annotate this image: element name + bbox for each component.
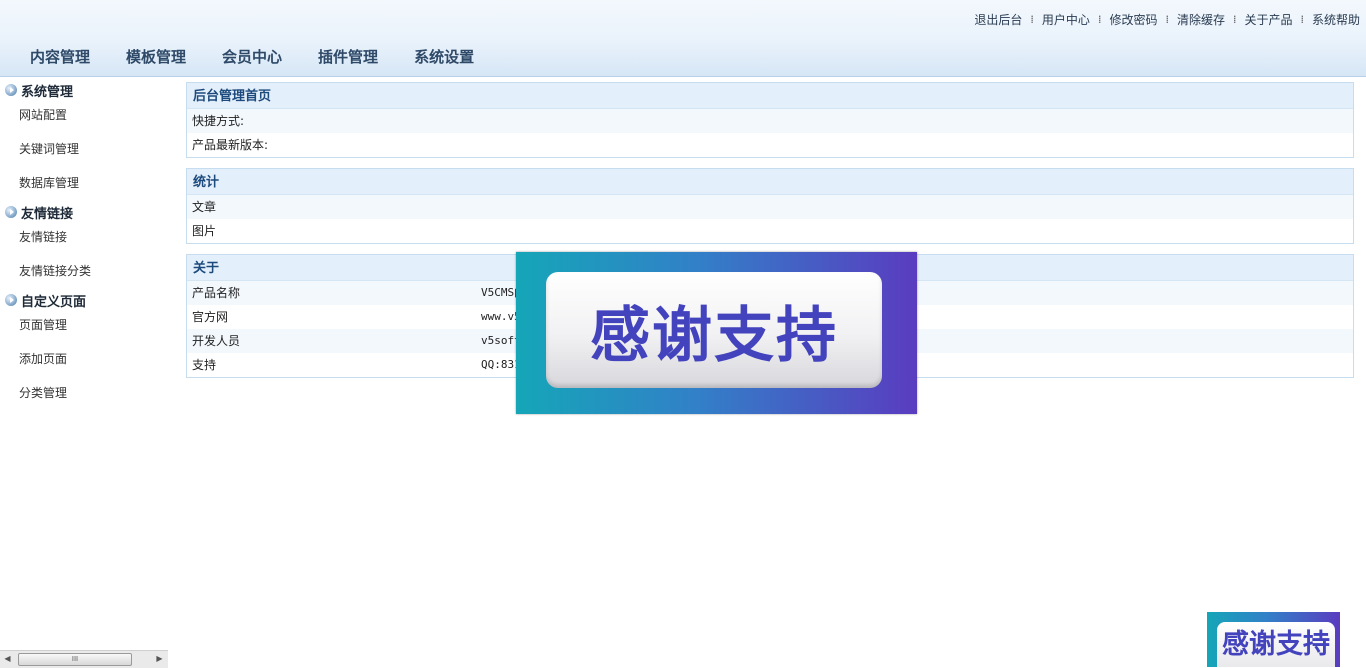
sidebar-item-site-config[interactable]: 网站配置 (0, 103, 168, 137)
scrollbar-thumb[interactable]: III (18, 653, 132, 666)
panel-title: 统计 (187, 169, 1353, 195)
sidebar-group-custom-pages: 自定义页面 页面管理 添加页面 分类管理 (0, 287, 168, 415)
table-row: 快捷方式: (187, 109, 1353, 133)
row-label: 官方网 (192, 310, 229, 324)
system-help-link[interactable]: 系统帮助 (1312, 11, 1360, 28)
row-value: v5soft (481, 334, 521, 347)
logout-link[interactable]: 退出后台 (974, 11, 1022, 28)
expand-arrow-icon (5, 84, 17, 96)
sidebar-group-title[interactable]: 系统管理 (0, 77, 168, 103)
sidebar-group-label: 自定义页面 (21, 294, 87, 310)
user-center-link[interactable]: 用户中心 (1042, 11, 1090, 28)
tab-member-center[interactable]: 会员中心 (204, 47, 300, 67)
row-label: 支持 (192, 358, 217, 372)
panel-statistics: 统计 文章 图片 (186, 168, 1354, 244)
top-header: 退出后台 ⁞ 用户中心 ⁞ 修改密码 ⁞ 清除缓存 ⁞ 关于产品 ⁞ 系统帮助 … (0, 0, 1366, 77)
tab-content-management[interactable]: 内容管理 (12, 47, 108, 67)
sidebar-item-page-management[interactable]: 页面管理 (0, 313, 168, 347)
sidebar-group-label: 友情链接 (21, 206, 74, 222)
banner-text: 感谢支持 (590, 300, 838, 371)
clear-cache-link[interactable]: 清除缓存 (1177, 11, 1225, 28)
scroll-left-arrow-icon[interactable]: ◀ (0, 651, 15, 667)
sidebar: 系统管理 网站配置 关键词管理 数据库管理 友情链接 友情链接 友情链接分类 自… (0, 76, 168, 667)
sidebar-item-friend-links[interactable]: 友情链接 (0, 225, 168, 259)
row-value[interactable]: www.v5 (481, 305, 521, 329)
expand-arrow-icon (5, 206, 17, 218)
panel-title: 后台管理首页 (187, 83, 1353, 109)
table-row: 文章 (187, 195, 1353, 219)
separator: ⁞ (1030, 13, 1034, 26)
top-links-bar: 退出后台 ⁞ 用户中心 ⁞ 修改密码 ⁞ 清除缓存 ⁞ 关于产品 ⁞ 系统帮助 (974, 11, 1360, 28)
thanks-banner-floating[interactable]: 感谢支持 (1207, 612, 1340, 667)
sidebar-group-title[interactable]: 友情链接 (0, 199, 168, 225)
about-product-link[interactable]: 关于产品 (1244, 11, 1292, 28)
sidebar-group-title[interactable]: 自定义页面 (0, 287, 168, 313)
banner-plate: 感谢支持 (1217, 622, 1335, 667)
sidebar-group-friend-links: 友情链接 友情链接 友情链接分类 (0, 199, 168, 293)
banner-plate: 感谢支持 (546, 272, 882, 388)
sidebar-horizontal-scrollbar[interactable]: ◀ III ▶ (0, 650, 168, 668)
sidebar-item-keyword-management[interactable]: 关键词管理 (0, 137, 168, 171)
row-label: 开发人员 (192, 334, 241, 348)
row-value: QQ:831 (481, 358, 521, 371)
thanks-banner-popup[interactable]: 感谢支持 (516, 252, 917, 414)
table-row: 产品最新版本: (192, 138, 269, 152)
separator: ⁞ (1165, 13, 1169, 26)
sidebar-group-label: 系统管理 (21, 84, 74, 100)
tab-template-management[interactable]: 模板管理 (108, 47, 204, 67)
sidebar-item-category-management[interactable]: 分类管理 (0, 381, 168, 415)
table-row: 图片 (192, 224, 217, 238)
main-nav: 内容管理 模板管理 会员中心 插件管理 系统设置 (12, 47, 492, 67)
banner-text: 感谢支持 (1222, 629, 1330, 660)
row-label: 产品名称 (192, 286, 241, 300)
separator: ⁞ (1097, 13, 1102, 26)
tab-system-settings[interactable]: 系统设置 (396, 47, 492, 67)
expand-arrow-icon (5, 294, 17, 306)
panel-admin-home: 后台管理首页 快捷方式: 产品最新版本: (186, 82, 1354, 158)
separator: ⁞ (1300, 13, 1304, 26)
tab-plugin-management[interactable]: 插件管理 (300, 47, 396, 67)
sidebar-item-add-page[interactable]: 添加页面 (0, 347, 168, 381)
sidebar-group-system: 系统管理 网站配置 关键词管理 数据库管理 (0, 77, 168, 205)
separator: ⁞ (1232, 13, 1237, 26)
scroll-right-arrow-icon[interactable]: ▶ (152, 651, 167, 667)
change-password-link[interactable]: 修改密码 (1109, 11, 1157, 28)
